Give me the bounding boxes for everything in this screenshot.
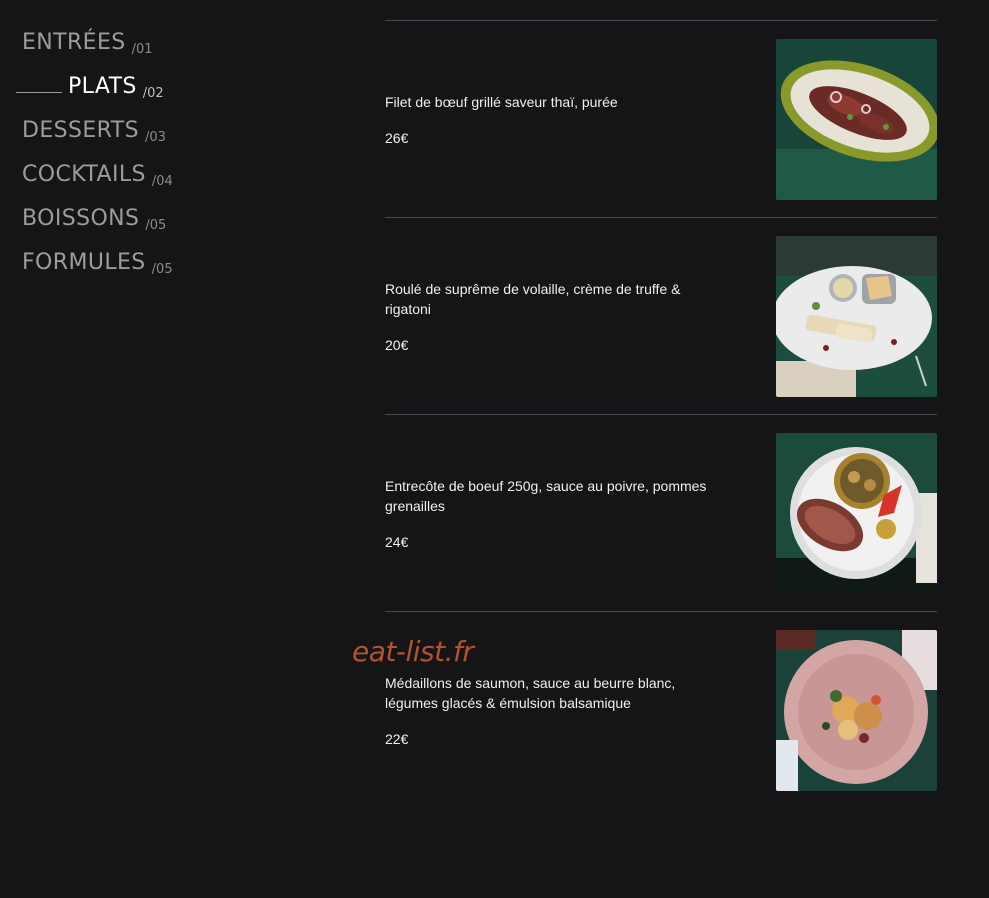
menu-item-price: 24€	[385, 534, 409, 550]
category-label: COCKTAILS	[22, 162, 146, 187]
menu-item-price: 20€	[385, 337, 409, 353]
menu-item-text: Filet de bœuf grillé saveur thaï, purée …	[385, 21, 725, 217]
beef-fillet-plate-photo	[776, 39, 937, 200]
category-number: /05	[151, 262, 173, 277]
menu-item: Roulé de suprême de volaille, crème de t…	[385, 217, 937, 414]
chicken-roll-plate-photo	[776, 236, 937, 397]
category-label: ENTRÉES	[22, 30, 126, 55]
menu-item-price: 22€	[385, 731, 409, 747]
menu-item-name: Roulé de suprême de volaille, crème de t…	[385, 281, 681, 317]
watermark-text: eat-list.fr	[352, 635, 474, 668]
menu-items-list: Filet de bœuf grillé saveur thaï, purée …	[385, 20, 937, 808]
category-formules[interactable]: FORMULES /05	[0, 246, 300, 290]
category-cocktails[interactable]: COCKTAILS /04	[0, 158, 300, 202]
category-label: FORMULES	[22, 250, 146, 275]
category-number: /01	[131, 42, 153, 57]
menu-item-name: Médaillons de saumon, sauce au beurre bl…	[385, 675, 676, 711]
menu-item-name: Filet de bœuf grillé saveur thaï, purée	[385, 94, 618, 110]
category-menu: ENTRÉES /01 PLATS /02 DESSERTS /03 COCKT…	[0, 26, 300, 290]
category-entrees[interactable]: ENTRÉES /01	[0, 26, 300, 70]
menu-item-text: Roulé de suprême de volaille, crème de t…	[385, 218, 725, 414]
category-desserts[interactable]: DESSERTS /03	[0, 114, 300, 158]
category-label: PLATS	[68, 74, 137, 99]
category-label: DESSERTS	[22, 118, 139, 143]
entrecote-plate-photo	[776, 433, 937, 594]
menu-item: Filet de bœuf grillé saveur thaï, purée …	[385, 20, 937, 217]
category-number: /03	[144, 130, 166, 145]
menu-item-price: 26€	[385, 130, 409, 146]
category-boissons[interactable]: BOISSONS /05	[0, 202, 300, 246]
category-number: /04	[151, 174, 173, 189]
category-number: /02	[142, 86, 164, 101]
category-number: /05	[145, 218, 167, 233]
menu-item: Entrecôte de boeuf 250g, sauce au poivre…	[385, 414, 937, 611]
menu-item-name: Entrecôte de boeuf 250g, sauce au poivre…	[385, 478, 707, 514]
category-label: BOISSONS	[22, 206, 140, 231]
category-plats[interactable]: PLATS /02	[0, 70, 300, 114]
salmon-medallions-plate-photo	[776, 630, 937, 791]
menu-item-text: Entrecôte de boeuf 250g, sauce au poivre…	[385, 415, 725, 611]
